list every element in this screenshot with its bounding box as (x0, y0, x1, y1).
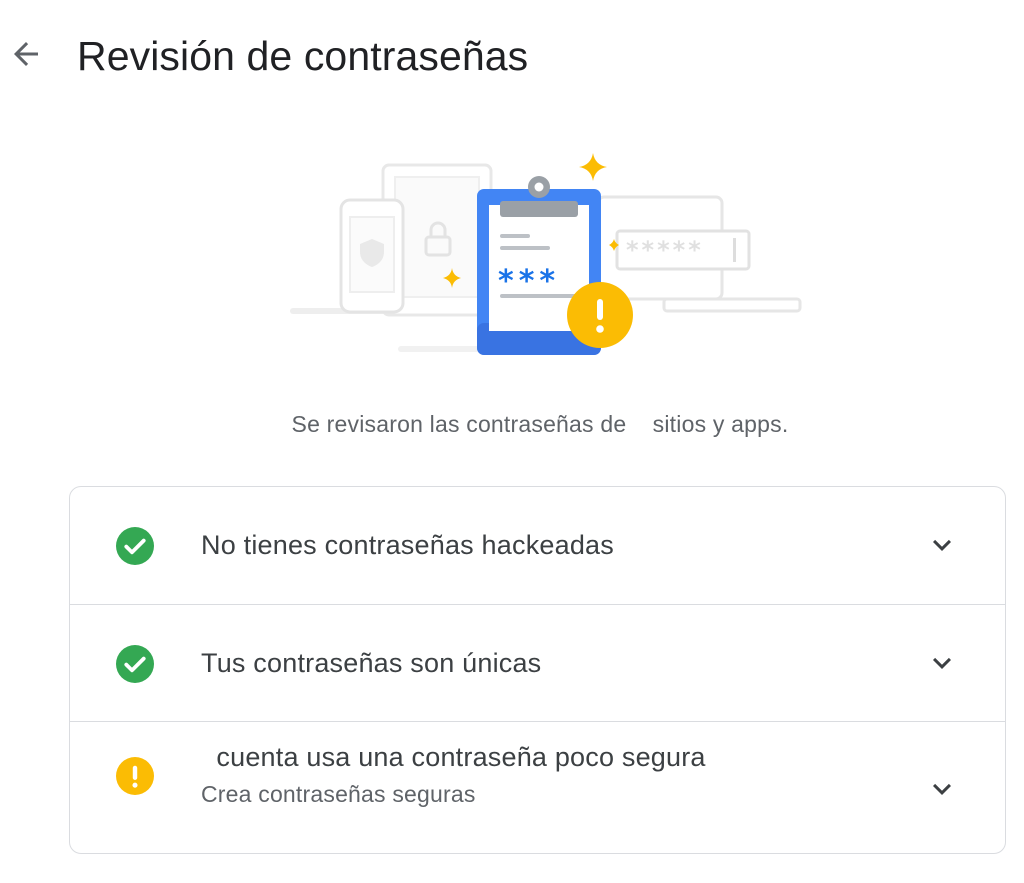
masked-password-text: ***** (626, 236, 704, 264)
app-header: Revisión de contraseñas (0, 0, 1024, 112)
result-row-weak[interactable]: cuenta usa una contraseña poco segura Cr… (70, 721, 1005, 853)
devices-clipboard-illustration: ***** *** (290, 153, 802, 355)
results-card: No tienes contraseñas hackeadas Tus cont… (69, 486, 1006, 854)
password-checkup-illustration: ***** *** (280, 145, 810, 365)
result-row-reused[interactable]: Tus contraseñas son únicas (70, 604, 1005, 721)
result-row-compromised[interactable]: No tienes contraseñas hackeadas (70, 487, 1005, 604)
chevron-down-icon[interactable] (924, 771, 960, 807)
warning-circle-icon (116, 757, 154, 795)
password-checkup-page: Revisión de contraseñas ***** *** Se rev… (0, 0, 1024, 883)
check-circle-icon (116, 527, 154, 565)
clipboard-stars-text: *** (498, 264, 560, 299)
summary-text: Se revisaron las contraseñas de sitios y… (291, 411, 789, 437)
result-subtitle: Crea contraseñas seguras (201, 781, 476, 807)
result-title: No tienes contraseñas hackeadas (201, 530, 614, 560)
check-circle-icon (116, 645, 154, 683)
chevron-down-icon[interactable] (924, 527, 960, 563)
chevron-down-icon[interactable] (924, 645, 960, 681)
back-button[interactable] (4, 32, 48, 76)
result-title: Tus contraseñas son únicas (201, 648, 542, 678)
arrow-back-icon (14, 42, 38, 66)
page-title: Revisión de contraseñas (77, 33, 529, 79)
result-title: cuenta usa una contraseña poco segura (201, 742, 706, 772)
